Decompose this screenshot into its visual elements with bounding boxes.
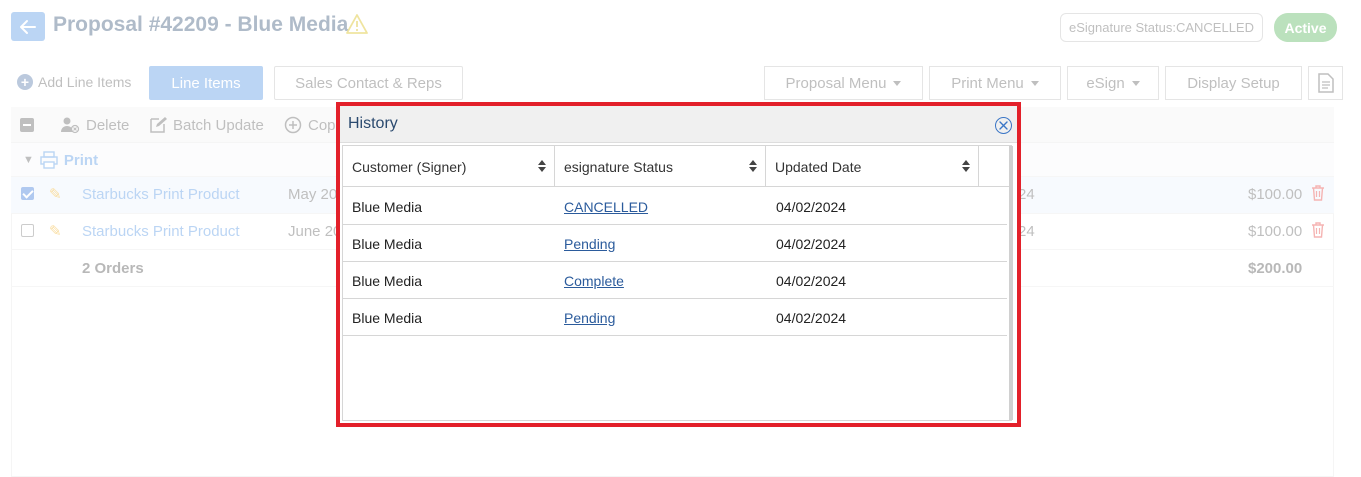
- delete-label: Delete: [86, 116, 130, 134]
- copy-icon: [284, 116, 302, 134]
- trash-icon[interactable]: [1311, 185, 1325, 201]
- add-line-items-button[interactable]: + Add Line Items: [17, 74, 131, 90]
- status-link[interactable]: Complete: [564, 273, 624, 289]
- page-title: Proposal #42209 - Blue Media: [53, 13, 349, 36]
- product-name[interactable]: Starbucks Print Product: [82, 223, 240, 240]
- plus-icon: +: [17, 74, 33, 90]
- caret-down-icon: [893, 80, 902, 86]
- group-label-text: Print: [63, 151, 99, 169]
- esign-button[interactable]: eSign: [1067, 66, 1159, 100]
- pencil-icon[interactable]: ✎: [49, 222, 62, 240]
- close-button[interactable]: [995, 117, 1012, 134]
- proposal-menu-label: Proposal Menu: [785, 74, 887, 92]
- group-label[interactable]: ▼ Print: [23, 151, 98, 169]
- pencil-icon[interactable]: ✎: [49, 185, 62, 203]
- tab-line-items[interactable]: Line Items: [149, 66, 263, 100]
- document-icon: [1317, 73, 1334, 93]
- edit-icon: [150, 117, 167, 133]
- sort-icon[interactable]: [749, 160, 757, 172]
- column-header-date[interactable]: Updated Date: [766, 146, 979, 187]
- customer-cell: Blue Media: [352, 199, 423, 215]
- row-date: June 20: [288, 223, 342, 240]
- chevron-down-icon: ▼: [23, 154, 34, 166]
- proposal-menu-button[interactable]: Proposal Menu: [764, 66, 923, 100]
- row-checkbox[interactable]: [21, 224, 34, 237]
- column-header-label: Updated Date: [775, 158, 862, 175]
- modal-title: History: [348, 115, 398, 132]
- esign-label: eSign: [1086, 74, 1125, 92]
- sort-icon[interactable]: [538, 160, 546, 172]
- customer-cell: Blue Media: [352, 236, 423, 252]
- tab-sales-contact[interactable]: Sales Contact & Reps: [274, 66, 463, 100]
- row-checkbox[interactable]: [21, 187, 34, 200]
- row-amount: $100.00: [1248, 186, 1303, 203]
- product-name[interactable]: Starbucks Print Product: [82, 186, 240, 203]
- row-amount: $100.00: [1248, 223, 1303, 240]
- date-cell: 04/02/2024: [776, 236, 847, 252]
- sort-icon[interactable]: [962, 160, 970, 172]
- customer-cell: Blue Media: [352, 310, 423, 326]
- column-header-label: esignature Status: [564, 158, 673, 175]
- copy-label: Cop: [308, 116, 336, 134]
- order-count: 2 Orders: [82, 260, 144, 277]
- status-link[interactable]: CANCELLED: [564, 199, 648, 215]
- column-header-customer[interactable]: Customer (Signer): [343, 146, 555, 187]
- row-date: May 20: [288, 186, 338, 203]
- trash-icon[interactable]: [1311, 222, 1325, 238]
- batch-update-label: Batch Update: [173, 116, 264, 134]
- warning-icon[interactable]: [346, 14, 368, 34]
- print-menu-label: Print Menu: [951, 74, 1024, 92]
- delete-button[interactable]: Delete: [60, 116, 129, 134]
- date-cell: 04/02/2024: [776, 199, 847, 215]
- table-row: Blue Media Pending 04/02/2024: [343, 225, 1007, 262]
- history-table: Customer (Signer) esignature Status Upda…: [342, 145, 1013, 421]
- esignature-status-badge[interactable]: eSignature Status:CANCELLED: [1060, 13, 1263, 42]
- add-line-items-label: Add Line Items: [38, 74, 132, 90]
- table-header: Customer (Signer) esignature Status Upda…: [343, 146, 1011, 187]
- display-setup-button[interactable]: Display Setup: [1165, 66, 1302, 100]
- table-row: Blue Media Pending 04/02/2024: [343, 299, 1007, 336]
- document-button[interactable]: [1308, 66, 1343, 100]
- caret-down-icon: [1030, 80, 1039, 86]
- column-header-label: Customer (Signer): [352, 158, 467, 175]
- table-row: Blue Media Complete 04/02/2024: [343, 262, 1007, 299]
- column-header-status[interactable]: esignature Status: [555, 146, 766, 187]
- table-row: Blue Media CANCELLED 04/02/2024: [343, 188, 1007, 225]
- batch-update-button[interactable]: Batch Update: [148, 116, 264, 134]
- modal-header: History: [340, 106, 1017, 143]
- status-link[interactable]: Pending: [564, 236, 615, 252]
- caret-down-icon: [1131, 80, 1140, 86]
- date-cell: 04/02/2024: [776, 273, 847, 289]
- arrow-left-icon: [20, 19, 36, 34]
- collapse-all-checkbox[interactable]: [20, 118, 34, 132]
- status-badge: Active: [1274, 13, 1337, 42]
- history-modal: History Customer (Signer) esignature Sta…: [336, 102, 1021, 427]
- printer-icon: [40, 151, 58, 169]
- customer-cell: Blue Media: [352, 273, 423, 289]
- vertical-scrollbar[interactable]: [1009, 146, 1013, 420]
- copy-button[interactable]: Cop: [284, 116, 336, 134]
- print-menu-button[interactable]: Print Menu: [929, 66, 1061, 100]
- date-cell: 04/02/2024: [776, 310, 847, 326]
- user-delete-icon: [61, 117, 80, 134]
- status-link[interactable]: Pending: [564, 310, 615, 326]
- back-button[interactable]: [11, 12, 45, 41]
- close-icon: [999, 121, 1008, 130]
- order-total: $200.00: [1248, 260, 1303, 277]
